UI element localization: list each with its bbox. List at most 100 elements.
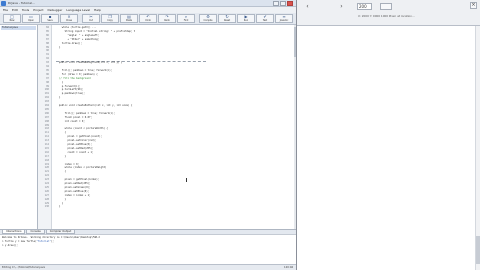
code-line[interactable]: { <box>56 170 66 173</box>
back-button[interactable]: ‹ <box>304 3 311 10</box>
code-line[interactable]: pixel.setRed(255); <box>56 147 94 150</box>
run-button[interactable]: ▶ Run <box>237 14 255 23</box>
redo-button[interactable]: ↷ Redo <box>158 14 176 23</box>
close-button[interactable]: × Close <box>60 14 78 23</box>
line-number: 126 <box>44 189 49 193</box>
new-button[interactable]: □ New <box>3 14 21 23</box>
open-files-pane: Tutorial.java <box>0 25 38 229</box>
world-scroll-thumb[interactable] <box>476 236 480 264</box>
code-line[interactable]: int count = 0; <box>56 120 85 123</box>
paste-button[interactable]: ▤ Paste <box>120 14 138 23</box>
code-line[interactable]: count = count + 1; <box>56 151 94 154</box>
code-line[interactable]: } <box>56 202 63 205</box>
maximize-button[interactable] <box>280 1 286 6</box>
text-cursor <box>186 178 187 182</box>
world-close-button[interactable]: × <box>470 2 477 9</box>
line-number: 130 <box>44 205 49 209</box>
code-line[interactable]: "angle: " + angleLeft; <box>56 34 100 37</box>
line-number: 116 <box>44 150 49 154</box>
line-number: 108 <box>44 119 49 123</box>
code-line[interactable]: while (turtle.getX() ... <box>56 26 97 29</box>
line-number-gutter: 84 85 86 87 88 89 90 91 92 93 94 95 96 97 98 99 100 101 10… <box>38 25 52 229</box>
toolbar-button-label: Compile <box>203 19 213 22</box>
code-line[interactable]: pixel = getPixel(index); <box>56 178 100 181</box>
toolbar-button-label: Run <box>243 19 249 22</box>
code-line[interactable]: pixel = getPixel(count); <box>56 135 103 138</box>
code-line[interactable]: p.penDown(true); <box>56 92 85 95</box>
code-line[interactable]: for (draw = 0; penDown) { <box>56 73 98 76</box>
code-line[interactable]: public void createPattern(int x, int y, … <box>56 104 132 107</box>
compile-button[interactable]: ⚙ Compile <box>199 14 217 23</box>
forward-button[interactable]: › <box>338 3 345 10</box>
code-line[interactable]: + "Other" + something; <box>56 38 100 41</box>
line-number: 90 <box>46 49 49 53</box>
world-scrollbar[interactable] <box>475 26 480 270</box>
minimize-button[interactable] <box>273 1 279 6</box>
code-line[interactable]: pixel.setBlue(0); <box>56 143 92 146</box>
code-line[interactable]: pixel.setGreen(0); <box>56 186 91 189</box>
console-command-suffix: ); <box>50 240 54 243</box>
line-number: 111 <box>44 131 49 135</box>
code-line[interactable]: String input = "Initial string: " + pref… <box>56 30 136 33</box>
line-number: 99 <box>46 84 49 88</box>
find-button[interactable]: ⌕ Find <box>177 14 195 23</box>
code-line[interactable]: // fill the background <box>56 77 91 80</box>
console-string-link[interactable]: "Tutorial" <box>37 240 51 243</box>
toolbar-button-label: Save <box>47 19 53 22</box>
line-number: 128 <box>44 197 49 201</box>
code-line[interactable]: pixel.setColor(red); <box>56 139 97 142</box>
line-number: 107 <box>44 115 49 119</box>
line-number: 96 <box>46 72 49 76</box>
console-command-prefix: > Turtle y = new Turtle( <box>2 240 37 243</box>
line-number: 120 <box>44 166 49 170</box>
code-line[interactable]: p.turnLeft(90); <box>56 88 84 91</box>
code-line[interactable]: { <box>56 131 66 134</box>
line-number: 123 <box>44 178 49 182</box>
javadoc-button[interactable]: ≡ Javadoc <box>275 14 293 23</box>
code-line[interactable]: } <box>56 198 66 201</box>
definitions-pane[interactable]: 84 85 86 87 88 89 90 91 92 93 94 95 96 97 98 99 100 101 10… <box>38 25 296 229</box>
undo-button[interactable]: ↶ Undo <box>139 14 157 23</box>
code-line[interactable]: } <box>56 96 60 99</box>
code-line[interactable]: fill(); penDown = true; forward(i); <box>56 69 112 72</box>
copy-button[interactable]: ❐ Copy <box>101 14 119 23</box>
line-number: 110 <box>44 127 49 131</box>
code-line[interactable]: index = index + 1; <box>56 194 91 197</box>
interactions-pane[interactable]: Welcome to DrJava. Working directory is … <box>0 234 296 264</box>
toolbar-button-label: Close <box>66 19 72 22</box>
file-list-item[interactable]: Tutorial.java <box>1 26 36 30</box>
code-line[interactable]: } <box>56 205 60 208</box>
zoom-field[interactable]: 200 <box>357 3 372 10</box>
cut-button[interactable]: ✂ Cut <box>82 14 100 23</box>
line-number: 98 <box>46 80 49 84</box>
toolbar-button-label: Find <box>183 19 189 22</box>
code-line[interactable]: while (index < pictureHeight) <box>56 166 107 169</box>
line-number: 95 <box>46 68 49 72</box>
save-button[interactable]: ▪ Save <box>41 14 59 23</box>
line-number: 91 <box>46 53 49 57</box>
code-line[interactable]: public void createBackground(int x, int … <box>56 61 122 64</box>
code-line[interactable]: } <box>56 81 63 84</box>
cursor-position: 120:46 <box>284 266 294 269</box>
code-line[interactable]: } <box>56 155 66 158</box>
test-button[interactable]: ✔ Test <box>256 14 274 23</box>
line-number: 114 <box>44 143 49 146</box>
toolbar-button-label: New <box>9 19 15 22</box>
code-line[interactable]: pixel.setRed(255); <box>56 182 91 185</box>
code-line[interactable]: while (count < pictureWidth) { <box>56 127 108 130</box>
open-button[interactable]: ▭ Open <box>22 14 40 23</box>
code-line[interactable]: fill(); penDown = true; forward(i); <box>56 112 115 115</box>
code-line[interactable]: } <box>56 46 60 49</box>
close-button[interactable] <box>287 1 293 6</box>
code-line[interactable]: p.forward(i); <box>56 85 81 88</box>
line-number: 103 <box>44 100 49 104</box>
code-line[interactable]: index = 0; <box>56 163 79 166</box>
line-number: 112 <box>44 135 49 139</box>
code-line[interactable]: turtle.draw(); <box>56 42 82 45</box>
code-line[interactable]: float pixel = 0.0f; <box>56 116 92 119</box>
toolbar-button-label: Cut <box>89 19 93 22</box>
reset-button[interactable]: ↻ Reset <box>218 14 236 23</box>
code-line[interactable]: pixel.setBlue(0); <box>56 190 89 193</box>
world-toggle-button[interactable] <box>380 3 392 10</box>
line-number: 97 <box>46 76 49 80</box>
